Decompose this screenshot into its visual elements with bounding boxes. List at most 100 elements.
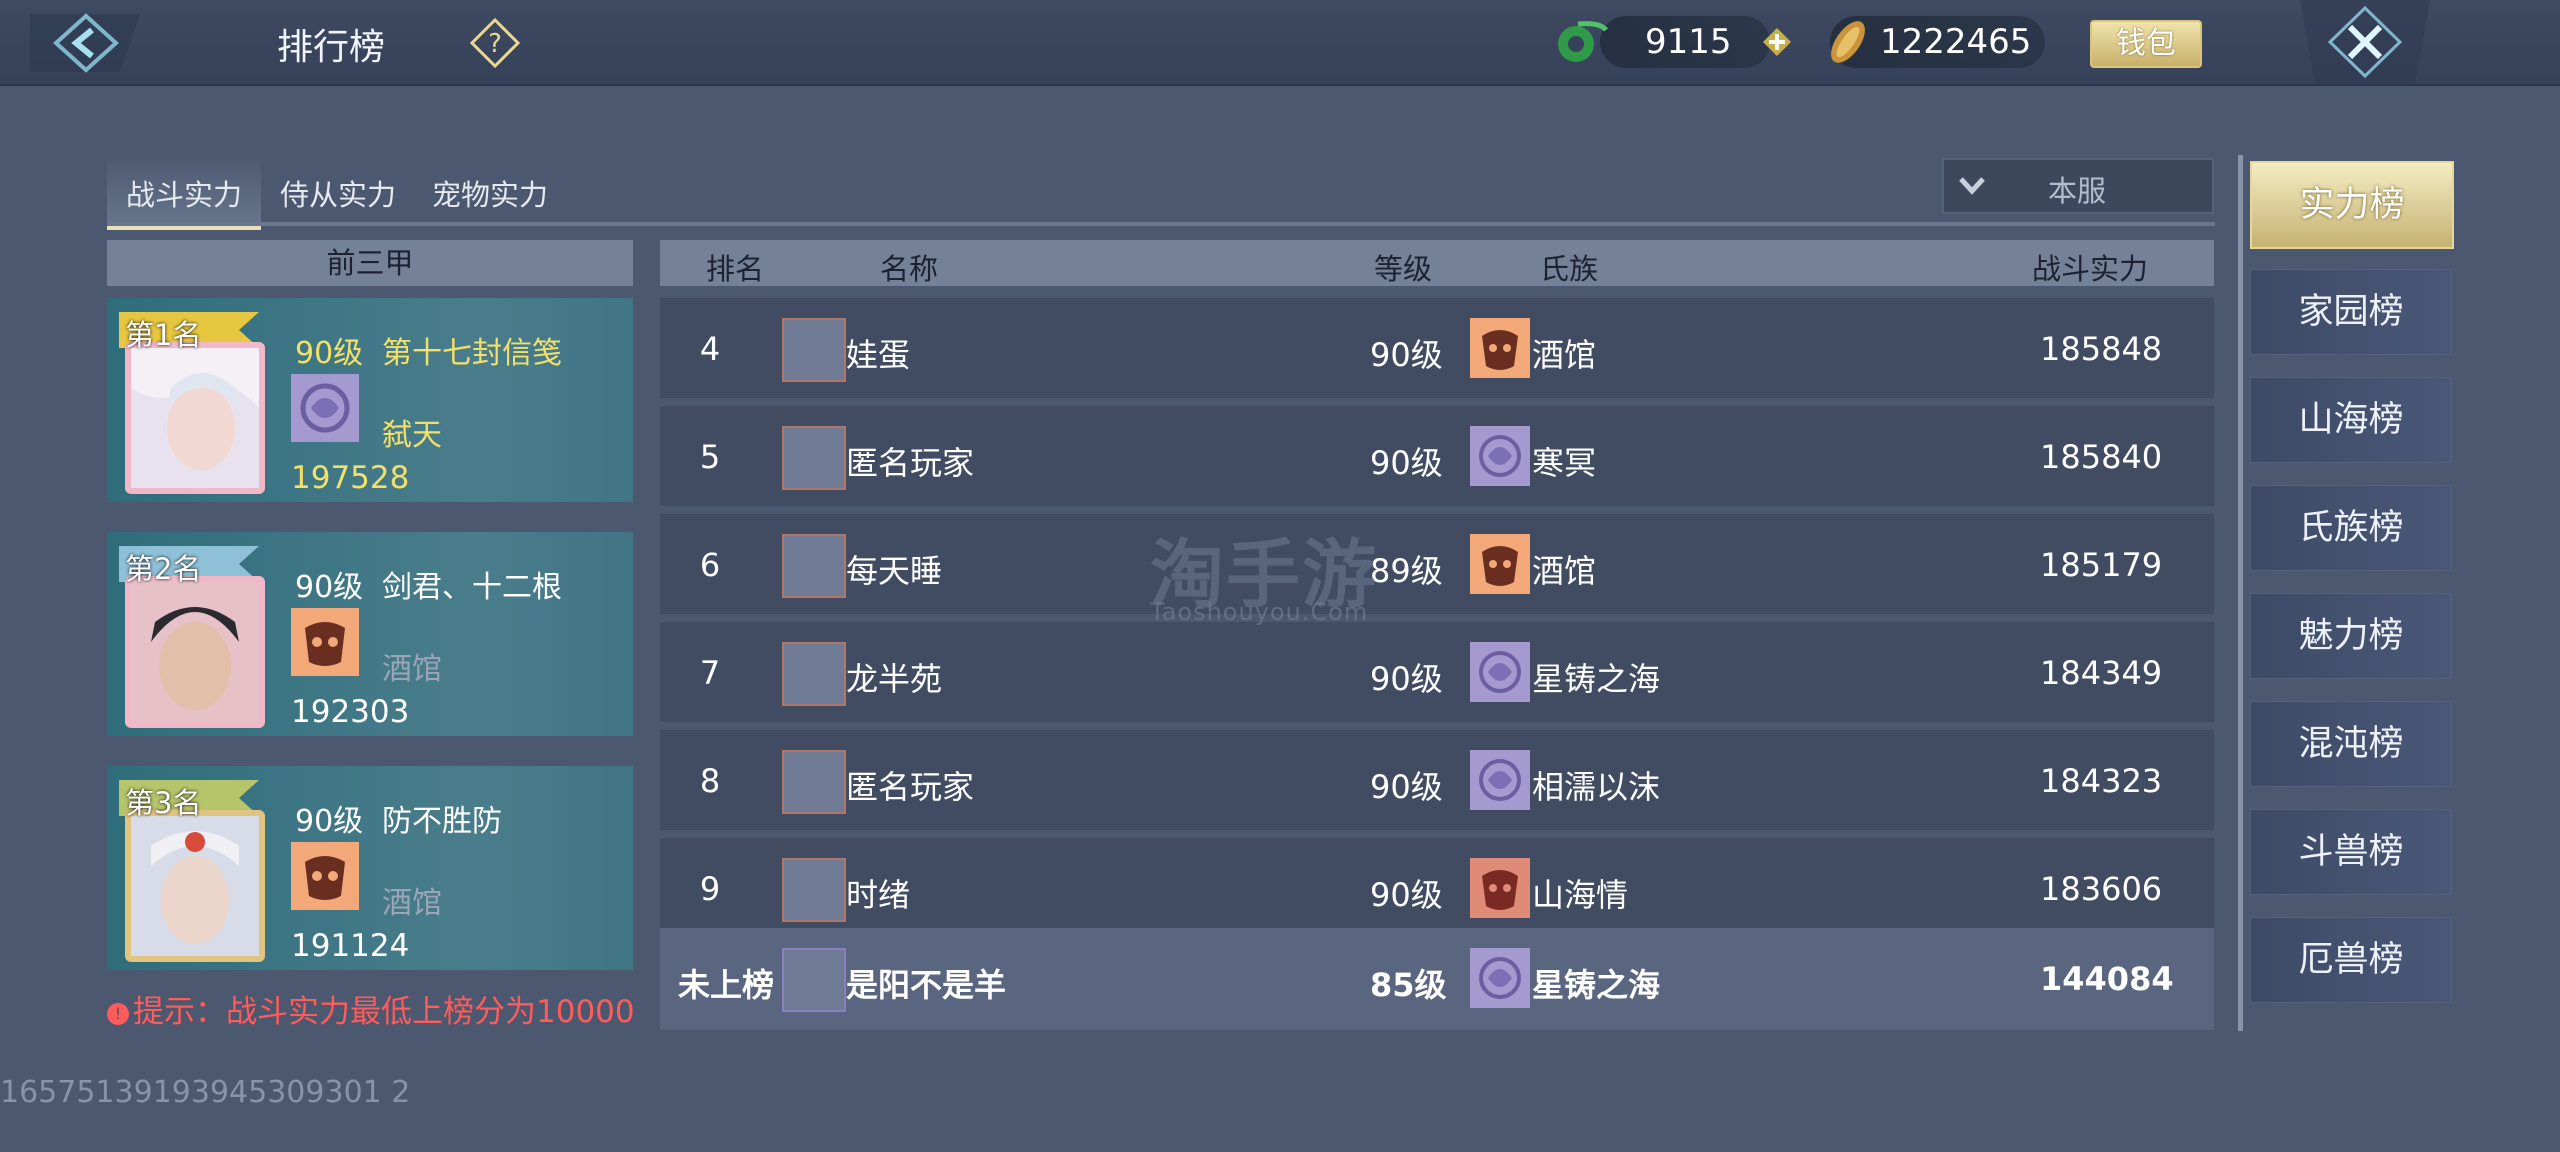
card-name: 剑君、十二根 — [382, 570, 562, 605]
avatar — [782, 948, 846, 1012]
table-row[interactable]: 9 时绪 90级 山海情 183606 — [660, 838, 2214, 938]
row-level: 90级 — [1370, 336, 1443, 374]
top3-card-2[interactable]: 第2名 90级 剑君、十二根 酒馆 192303 — [107, 532, 633, 736]
table-row[interactable]: 7 龙半苑 90级 星铸之海 184349 — [660, 622, 2214, 722]
row-name: 是阳不是羊 — [846, 966, 1007, 1004]
wallet-button[interactable]: 钱包 — [2090, 20, 2202, 68]
row-power: 185840 — [2040, 438, 2163, 476]
board-button-8[interactable]: 厄兽榜 — [2250, 917, 2452, 1003]
row-clan: 寒冥 — [1532, 444, 1597, 482]
row-level: 90级 — [1370, 768, 1443, 806]
card-name: 第十七封信笺 — [382, 336, 562, 371]
row-rank: 5 — [699, 438, 721, 476]
table-row[interactable]: 8 匿名玩家 90级 相濡以沫 184323 — [660, 730, 2214, 830]
avatar — [782, 642, 846, 706]
card-clan: 弑天 — [382, 418, 442, 453]
svg-text:?: ? — [488, 29, 502, 59]
avatar — [125, 342, 265, 494]
row-level: 90级 — [1370, 876, 1443, 914]
board-button-5[interactable]: 魅力榜 — [2250, 593, 2452, 679]
clan-emblem-icon — [291, 842, 359, 910]
help-icon[interactable]: ? — [470, 18, 520, 68]
rank-label: 第2名 — [125, 552, 202, 586]
footer-id: 16575139193945309301 2 — [0, 1075, 411, 1110]
clan-emblem-icon — [1470, 948, 1530, 1008]
clan-emblem-icon — [1470, 642, 1530, 702]
row-power: 185848 — [2040, 330, 2163, 368]
row-rank: 6 — [699, 546, 721, 584]
gold-ingot-icon — [1831, 21, 1865, 63]
top3-card-3[interactable]: 第3名 90级 防不胜防 酒馆 191124 — [107, 766, 633, 970]
jade-currency-icon — [1558, 21, 1608, 62]
clan-emblem-icon — [1470, 534, 1530, 594]
row-power: 183606 — [2040, 870, 2163, 908]
tab-active-indicator — [107, 226, 261, 230]
back-icon[interactable] — [20, 4, 150, 82]
col-power-header: 战斗实力 — [2032, 252, 2149, 286]
avatar — [782, 858, 846, 922]
table-row[interactable]: 5 匿名玩家 90级 寒冥 185840 — [660, 406, 2214, 506]
close-icon[interactable] — [2300, 0, 2430, 84]
add-currency-icon[interactable] — [1761, 26, 1793, 58]
chevron-down-icon — [1959, 177, 1985, 195]
clan-emblem-icon — [1470, 426, 1530, 486]
row-name: 匿名玩家 — [846, 444, 975, 482]
card-level: 90级 — [295, 570, 364, 605]
card-name: 防不胜防 — [382, 804, 502, 839]
row-clan: 星铸之海 — [1532, 966, 1661, 1004]
avatar — [782, 750, 846, 814]
clan-emblem-icon — [1470, 858, 1530, 918]
tab-combat-power[interactable]: 战斗实力 — [126, 172, 242, 214]
avatar — [782, 426, 846, 490]
table-row[interactable]: 4 娃蛋 90级 酒馆 185848 — [660, 298, 2214, 398]
tip-text: ! 提示：战斗实力最低上榜分为10000 — [107, 986, 635, 1031]
row-rank: 7 — [699, 654, 721, 692]
table-row[interactable]: 6 每天睡 89级 酒馆 185179 — [660, 514, 2214, 614]
row-name: 娃蛋 — [846, 336, 911, 374]
server-select[interactable]: 本服 — [1942, 158, 2214, 214]
board-button-6[interactable]: 混沌榜 — [2250, 701, 2452, 787]
row-clan: 酒馆 — [1532, 552, 1597, 590]
tab-attendant-power[interactable]: 侍从实力 — [280, 172, 396, 214]
jade-currency-value: 9115 — [1645, 22, 1732, 62]
card-level: 90级 — [295, 336, 364, 371]
clan-emblem-icon — [1470, 750, 1530, 810]
row-level: 90级 — [1370, 660, 1443, 698]
row-name: 每天睡 — [846, 552, 943, 590]
col-rank-header: 排名 — [706, 252, 765, 286]
right-divider — [2238, 155, 2243, 1031]
row-rank: 8 — [699, 762, 721, 800]
board-button-1[interactable]: 实力榜 — [2250, 161, 2454, 249]
col-name-header: 名称 — [880, 252, 939, 286]
row-clan: 相濡以沫 — [1532, 768, 1661, 806]
board-button-4[interactable]: 氏族榜 — [2250, 485, 2452, 571]
row-level: 85级 — [1370, 966, 1447, 1004]
avatar — [125, 576, 265, 728]
col-clan-header: 氏族 — [1540, 252, 1599, 286]
row-name: 时绪 — [846, 876, 911, 914]
top3-header: 前三甲 — [107, 240, 633, 286]
row-clan: 星铸之海 — [1532, 660, 1661, 698]
self-row[interactable]: 未上榜 是阳不是羊 85级 星铸之海 144084 — [660, 928, 2214, 1030]
row-power: 184349 — [2040, 654, 2163, 692]
row-clan: 酒馆 — [1532, 336, 1597, 374]
server-select-value: 本服 — [2048, 174, 2107, 208]
watermark-sub: Taoshouyou.Com — [1150, 598, 1369, 626]
row-level: 89级 — [1370, 552, 1443, 590]
avatar — [782, 534, 846, 598]
clan-emblem-icon — [291, 608, 359, 676]
top3-card-1[interactable]: 第1名 90级 第十七封信笺 弑天 197528 — [107, 298, 633, 502]
board-button-3[interactable]: 山海榜 — [2250, 377, 2452, 463]
rank-label: 第1名 — [125, 318, 202, 352]
clan-emblem-icon — [291, 374, 359, 442]
card-power: 191124 — [291, 928, 410, 964]
warning-icon: ! — [107, 1002, 129, 1025]
board-button-7[interactable]: 斗兽榜 — [2250, 809, 2452, 895]
card-power: 197528 — [291, 460, 410, 496]
tab-pet-power[interactable]: 宠物实力 — [432, 172, 548, 214]
list-header: 排名 名称 等级 氏族 战斗实力 — [660, 240, 2214, 286]
rank-label: 第3名 — [125, 786, 202, 820]
gold-currency-value: 1222465 — [1880, 22, 2032, 62]
row-rank: 9 — [699, 870, 721, 908]
board-button-2[interactable]: 家园榜 — [2250, 269, 2452, 355]
